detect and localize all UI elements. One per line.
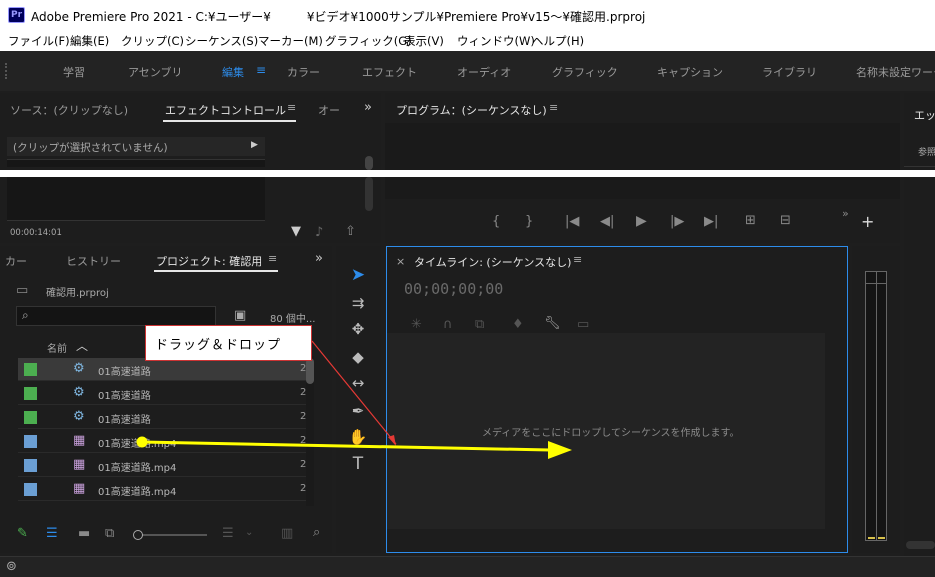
callout-leader-line <box>311 340 397 445</box>
drag-arrow-head <box>548 441 572 459</box>
callout-leader-head <box>388 435 396 446</box>
drag-arrow-line <box>141 440 551 452</box>
annotation-arrows <box>136 340 572 459</box>
drag-start-dot <box>136 436 148 448</box>
